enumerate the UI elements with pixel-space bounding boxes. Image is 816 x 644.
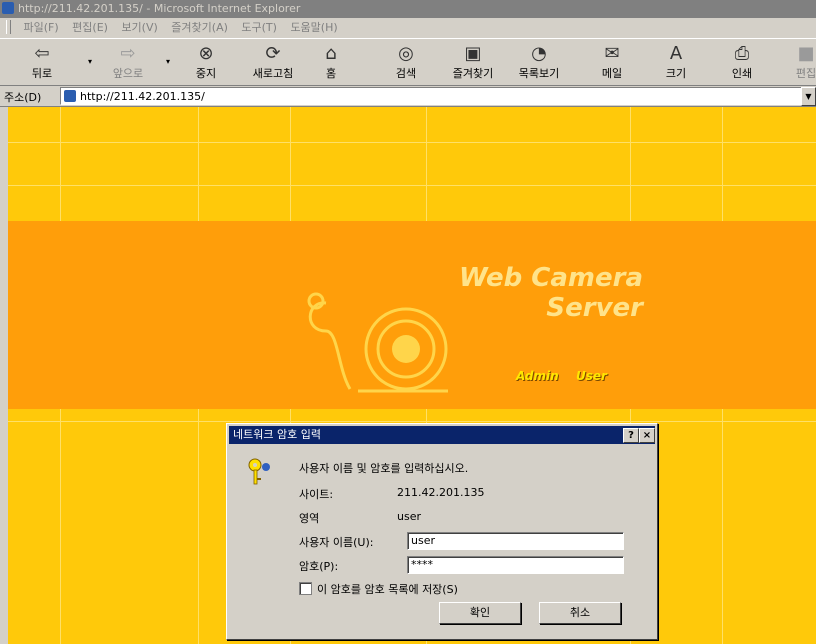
forward-button[interactable]: ⇨ 앞으로: [104, 43, 152, 83]
webcam-logo-icon: [307, 292, 448, 393]
stop-button[interactable]: ⊗ 중지: [186, 43, 226, 83]
grid-line: [8, 421, 816, 422]
menu-help[interactable]: 도움말(H): [290, 21, 337, 34]
edit-icon: ■: [797, 43, 815, 64]
toolbar: ⇦ 뒤로 ▾ ⇨ 앞으로 ▾ ⊗ 중지 ⟳ 새로고침 ⌂ 홈 ◎ 검색 ▣ 즐겨…: [0, 39, 816, 86]
save-password-label: 이 암호를 암호 목록에 저장(S): [317, 583, 458, 596]
dialog-prompt: 사용자 이름 및 암호를 입력하십시오.: [299, 462, 469, 475]
dialog-title: 네트워크 암호 입력: [233, 428, 321, 441]
page-title-line1: Web Camera: [458, 263, 643, 293]
username-label: 사용자 이름(U):: [299, 536, 374, 549]
username-field[interactable]: user: [407, 532, 624, 550]
forward-arrow-icon: ⇨: [120, 43, 136, 64]
stop-icon: ⊗: [198, 43, 214, 64]
admin-link[interactable]: Admin: [516, 369, 559, 383]
search-button[interactable]: ◎ 검색: [388, 43, 424, 83]
mail-button[interactable]: ✉ 메일: [594, 43, 630, 83]
font-size-icon: A: [669, 43, 683, 64]
password-field[interactable]: ****: [407, 556, 624, 574]
cancel-button[interactable]: 취소: [539, 602, 621, 624]
realm-label: 영역: [299, 512, 320, 525]
menu-tools[interactable]: 도구(T): [241, 21, 277, 34]
history-icon: ◔: [531, 43, 547, 64]
back-arrow-icon: ⇦: [34, 43, 50, 64]
menu-grip: [6, 20, 11, 34]
site-value: 211.42.201.135: [397, 486, 485, 499]
address-bar: 주소(D) http://211.42.201.135/ ▼: [0, 86, 816, 107]
user-link[interactable]: User: [576, 369, 607, 383]
favorites-icon: ▣: [464, 43, 482, 64]
ie-icon: [2, 2, 14, 14]
site-label: 사이트:: [299, 488, 334, 501]
print-button[interactable]: ⎙ 인쇄: [724, 43, 760, 83]
menu-edit[interactable]: 편집(E): [72, 21, 108, 34]
grid-line: [8, 142, 816, 143]
key-icon: [248, 458, 270, 485]
address-input[interactable]: http://211.42.201.135/: [60, 87, 804, 105]
grid-line: [8, 185, 816, 186]
refresh-icon: ⟳: [265, 43, 281, 64]
address-url: http://211.42.201.135/: [80, 90, 205, 103]
refresh-button[interactable]: ⟳ 새로고침: [246, 43, 300, 83]
window-title-bar: http://211.42.201.135/ - Microsoft Inter…: [0, 0, 816, 18]
printer-icon: ⎙: [734, 43, 750, 64]
dialog-title-bar: 네트워크 암호 입력 ? ×: [229, 426, 655, 444]
save-password-checkbox[interactable]: [299, 582, 312, 595]
window-title: http://211.42.201.135/ - Microsoft Inter…: [18, 2, 301, 15]
mail-icon: ✉: [604, 43, 620, 64]
menu-favorites[interactable]: 즐겨찾기(A): [171, 21, 228, 34]
address-dropdown-button[interactable]: ▼: [801, 87, 816, 106]
home-button[interactable]: ⌂ 홈: [316, 43, 346, 83]
history-button[interactable]: ◔ 목록보기: [512, 43, 566, 83]
back-button[interactable]: ⇦ 뒤로: [22, 43, 62, 83]
header-banner: Web Camera Server Admin User: [8, 221, 816, 409]
page-icon: [64, 90, 76, 102]
edit-button[interactable]: ■ 편집: [786, 43, 816, 83]
close-button[interactable]: ×: [639, 428, 655, 443]
menu-file[interactable]: 파일(F): [24, 21, 59, 34]
address-label: 주소(D): [4, 91, 42, 104]
home-icon: ⌂: [325, 43, 337, 64]
favorites-button[interactable]: ▣ 즐겨찾기: [446, 43, 500, 83]
ok-button[interactable]: 확인: [439, 602, 521, 624]
menu-view[interactable]: 보기(V): [121, 21, 157, 34]
menu-bar: 파일(F) 편집(E) 보기(V) 즐겨찾기(A) 도구(T) 도움말(H): [0, 18, 816, 39]
password-label: 암호(P):: [299, 560, 339, 573]
realm-value: user: [397, 510, 421, 523]
page-title-line2: Server: [546, 293, 643, 323]
network-password-dialog: 네트워크 암호 입력 ? × 사용자 이름 및 암호를 입력하십시오. 사이트:…: [226, 423, 658, 640]
page-title: Web Camera Server: [428, 263, 643, 323]
search-icon: ◎: [398, 43, 414, 64]
help-button[interactable]: ?: [623, 428, 639, 443]
size-button[interactable]: A 크기: [658, 43, 694, 83]
